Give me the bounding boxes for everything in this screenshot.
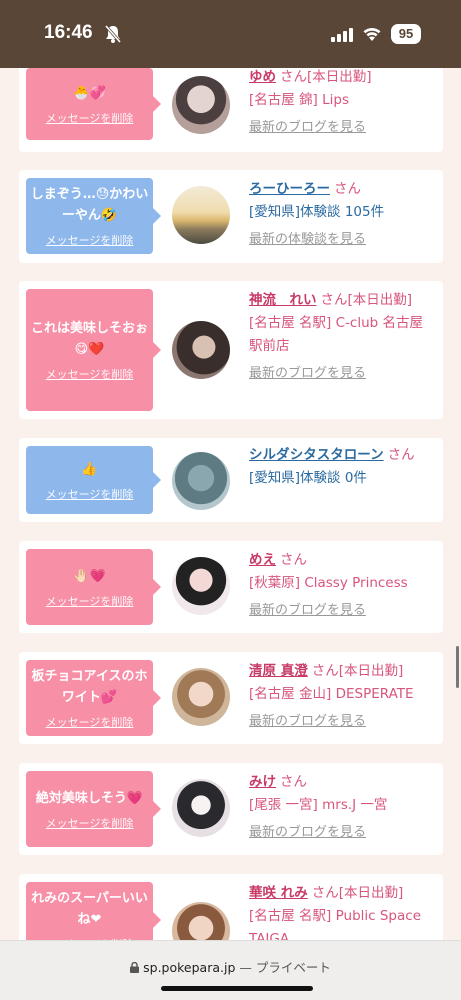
shop-link[interactable]: [尾張 一宮] mrs.J 一宮 xyxy=(249,794,435,817)
avatar[interactable] xyxy=(172,76,230,134)
user-info: めえ さん [秋葉原] Classy Princess 最新のブログを見る xyxy=(249,549,435,622)
message-text: 🐣💞 xyxy=(73,85,106,101)
wifi-icon xyxy=(362,25,382,45)
latest-experience-link[interactable]: 最新の体験談を見る xyxy=(249,228,435,251)
message-bubble: しまぞう…😓かわいーやん🤣 メッセージを削除 xyxy=(26,178,161,254)
work-badge: [本日出勤] xyxy=(338,663,404,679)
message-bubble: これは美味しそおぉ😋❤️ メッセージを削除 xyxy=(26,289,161,411)
user-name-link[interactable]: ゆめ xyxy=(249,69,276,85)
user-name-link[interactable]: シルダシタスタローン xyxy=(249,447,384,463)
battery-icon: 95 xyxy=(391,24,421,44)
honorific: さん xyxy=(280,774,307,790)
shop-link[interactable]: [愛知県]体験談 105件 xyxy=(249,201,435,224)
delete-message-link[interactable]: メッセージを削除 xyxy=(46,110,134,126)
status-bar: 16:46 95 xyxy=(0,0,461,68)
avatar[interactable] xyxy=(172,186,230,244)
lock-icon xyxy=(130,960,140,975)
honorific: さん xyxy=(320,292,348,308)
user-name-link[interactable]: ろーひーろー xyxy=(249,181,330,197)
delete-message-link[interactable]: メッセージを削除 xyxy=(46,815,134,831)
shop-link[interactable]: [秋葉原] Classy Princess xyxy=(249,572,435,595)
user-name-link[interactable]: 神流 れい xyxy=(249,292,317,308)
avatar[interactable] xyxy=(172,779,230,837)
shop-link[interactable]: [名古屋 錦] Lips xyxy=(249,89,435,112)
signal-icon xyxy=(331,27,353,46)
honorific: さん xyxy=(280,69,307,85)
message-bubble: 絶対美味しそう💗 メッセージを削除 xyxy=(26,771,161,847)
honorific: さん xyxy=(387,447,415,463)
honorific: さん xyxy=(334,181,361,197)
shop-link[interactable]: [名古屋 金山] DESPERATE xyxy=(249,683,435,706)
honorific: さん xyxy=(280,552,307,568)
message-bubble: 🤚🏻💗 メッセージを削除 xyxy=(26,549,161,625)
message-text: 👍 xyxy=(81,461,98,477)
avatar[interactable] xyxy=(172,668,230,726)
shop-link[interactable]: [愛知県]体験談 0件 xyxy=(249,467,435,490)
user-info: ろーひーろー さん [愛知県]体験談 105件 最新の体験談を見る xyxy=(249,178,435,251)
message-text: しまぞう…😓かわいーやん🤣 xyxy=(30,187,149,223)
latest-blog-link[interactable]: 最新のブログを見る xyxy=(249,599,435,622)
shop-link[interactable]: [名古屋 名駅] C-club 名古屋駅前店 xyxy=(249,312,435,358)
message-card: 板チョコアイスのホワイト💕 メッセージを削除 清原 真澄 さん[本日出勤] [名古… xyxy=(19,652,443,744)
delete-message-link[interactable]: メッセージを削除 xyxy=(46,366,134,382)
browser-url-bar[interactable]: sp.pokepara.jp — プライベート xyxy=(0,940,461,1000)
work-badge: [本日出勤] xyxy=(347,292,413,308)
scrollbar-thumb[interactable] xyxy=(456,646,459,688)
message-card: 絶対美味しそう💗 メッセージを削除 みけ さん [尾張 一宮] mrs.J 一宮 … xyxy=(19,763,443,855)
user-name-link[interactable]: 清原 真澄 xyxy=(249,663,308,679)
message-feed[interactable]: 🐣💞 メッセージを削除 ゆめ さん[本日出勤] [名古屋 錦] Lips 最新のブ… xyxy=(0,0,461,1000)
user-info: シルダシタスタローン さん [愛知県]体験談 0件 xyxy=(249,444,435,490)
honorific: さん xyxy=(311,885,339,901)
message-card: 👍 メッセージを削除 シルダシタスタローン さん [愛知県]体験談 0件 xyxy=(19,438,443,522)
message-card: しまぞう…😓かわいーやん🤣 メッセージを削除 ろーひーろー さん [愛知県]体験談… xyxy=(19,170,443,263)
message-card: 🐣💞 メッセージを削除 ゆめ さん[本日出勤] [名古屋 錦] Lips 最新のブ… xyxy=(19,54,443,152)
status-time: 16:46 xyxy=(44,22,93,43)
delete-message-link[interactable]: メッセージを削除 xyxy=(46,232,134,248)
work-badge: [本日出勤] xyxy=(338,885,404,901)
user-info: 清原 真澄 さん[本日出勤] [名古屋 金山] DESPERATE 最新のブログを… xyxy=(249,660,435,733)
latest-blog-link[interactable]: 最新のブログを見る xyxy=(249,821,435,844)
user-info: 神流 れい さん[本日出勤] [名古屋 名駅] C-club 名古屋駅前店 最新の… xyxy=(249,289,435,385)
user-info: みけ さん [尾張 一宮] mrs.J 一宮 最新のブログを見る xyxy=(249,771,435,844)
honorific: さん xyxy=(311,663,339,679)
message-text: これは美味しそおぉ😋❤️ xyxy=(30,321,148,357)
user-name-link[interactable]: みけ xyxy=(249,774,276,790)
latest-blog-link[interactable]: 最新のブログを見る xyxy=(249,710,435,733)
delete-message-link[interactable]: メッセージを削除 xyxy=(46,714,134,730)
delete-message-link[interactable]: メッセージを削除 xyxy=(46,593,134,609)
message-bubble: 板チョコアイスのホワイト💕 メッセージを削除 xyxy=(26,660,161,736)
latest-blog-link[interactable]: 最新のブログを見る xyxy=(249,116,435,139)
message-text: れみのスーパーいいね❤︎ xyxy=(31,891,148,927)
latest-blog-link[interactable]: 最新のブログを見る xyxy=(249,362,435,385)
user-name-link[interactable]: 華咲 れみ xyxy=(249,885,308,901)
avatar[interactable] xyxy=(172,452,230,510)
url-domain: sp.pokepara.jp xyxy=(143,960,236,975)
work-badge: [本日出勤] xyxy=(307,69,372,85)
user-info: ゆめ さん[本日出勤] [名古屋 錦] Lips 最新のブログを見る xyxy=(249,66,435,139)
message-bubble: 🐣💞 メッセージを削除 xyxy=(26,68,161,140)
message-text: 板チョコアイスのホワイト💕 xyxy=(31,669,148,705)
home-indicator[interactable] xyxy=(161,986,313,991)
user-name-link[interactable]: めえ xyxy=(249,552,276,568)
private-label: — プライベート xyxy=(239,960,331,975)
message-text: 🤚🏻💗 xyxy=(73,568,106,584)
bell-slash-icon xyxy=(104,24,122,48)
message-bubble: 👍 メッセージを削除 xyxy=(26,446,161,514)
avatar[interactable] xyxy=(172,321,230,379)
message-card: 🤚🏻💗 メッセージを削除 めえ さん [秋葉原] Classy Princess … xyxy=(19,541,443,633)
avatar[interactable] xyxy=(172,557,230,615)
message-text: 絶対美味しそう💗 xyxy=(35,790,144,806)
message-card: これは美味しそおぉ😋❤️ メッセージを削除 神流 れい さん[本日出勤] [名古屋… xyxy=(19,281,443,419)
delete-message-link[interactable]: メッセージを削除 xyxy=(46,486,134,502)
